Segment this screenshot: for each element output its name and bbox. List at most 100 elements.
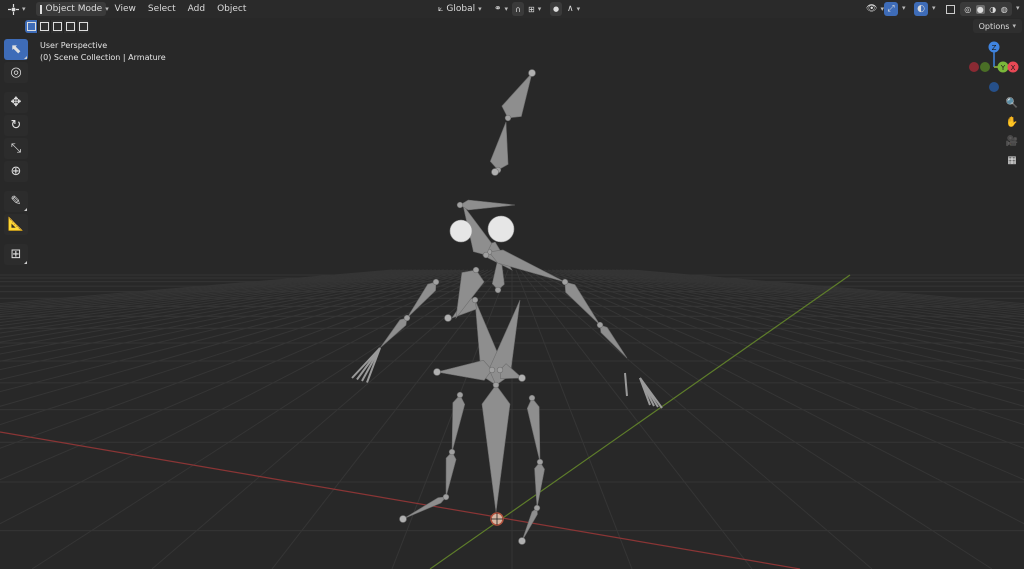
overlays-toggle[interactable]: ◐	[914, 2, 928, 16]
navigation-gizmo[interactable]: Y X Z	[966, 38, 1024, 96]
bone-neck-joint[interactable]	[494, 286, 502, 294]
snap-target-dropdown[interactable]: ⊞ ▾	[524, 2, 545, 16]
rotate-tool-icon: ↻	[10, 118, 22, 133]
magnet-icon: ∩	[515, 4, 521, 14]
eye-right[interactable]	[487, 215, 515, 243]
pan-button[interactable]: ✋	[1004, 114, 1020, 130]
bone-forearm-left-joint[interactable]	[403, 314, 411, 322]
add-cube-tool[interactable]: ⊞	[4, 244, 28, 265]
3d-viewport-icon	[8, 3, 19, 15]
eye-left[interactable]	[449, 219, 473, 243]
xray-toggle[interactable]	[943, 2, 957, 16]
bone-foot-right-joint[interactable]	[533, 504, 541, 512]
bone-tail-joint[interactable]	[444, 314, 452, 322]
chevron-down-icon: ▾	[105, 5, 109, 13]
chevron-down-icon: ▾	[576, 5, 581, 13]
zoom-button[interactable]: 🔍	[1004, 95, 1020, 111]
gizmo-y-label: Y	[1000, 64, 1006, 72]
select-invert-button[interactable]	[64, 20, 77, 33]
chevron-down-icon: ▾	[22, 5, 26, 13]
menu-add[interactable]: Add	[183, 2, 210, 16]
material-shading-icon[interactable]: ◑	[989, 5, 996, 14]
measure-tool[interactable]: 📐	[4, 214, 28, 235]
bone-spine-2-joint[interactable]	[492, 381, 500, 389]
chevron-down-icon: ▾	[537, 5, 542, 13]
snap-toggle[interactable]: ∩	[512, 2, 524, 16]
bone-upper-arm-right-joint[interactable]	[561, 278, 569, 286]
select-extend-button[interactable]	[38, 20, 51, 33]
bone-tail-joint[interactable]	[518, 537, 526, 545]
gizmo-icon: ⤢	[887, 4, 895, 14]
bone-thigh-left-joint[interactable]	[456, 391, 464, 399]
select-subtract-button[interactable]	[51, 20, 64, 33]
gizmo-neg-y[interactable]	[980, 62, 990, 72]
chevron-down-icon[interactable]: ▾	[932, 4, 936, 12]
move-tool[interactable]: ✥	[4, 92, 28, 113]
mode-dropdown[interactable]: Object Mode ▾	[35, 2, 109, 16]
bone-forearm-right-joint[interactable]	[596, 321, 604, 329]
editor-type-button[interactable]: ▾	[4, 2, 30, 16]
rendered-shading-icon[interactable]: ◍	[1001, 5, 1008, 14]
wireframe-shading-icon[interactable]: ◎	[964, 5, 971, 14]
bone-tail-joint[interactable]	[433, 368, 441, 376]
transform-tool[interactable]: ⊕	[4, 161, 28, 182]
select-extend-icon	[39, 22, 49, 31]
selection-mode-buttons	[25, 20, 89, 33]
bone-head-lower-joint[interactable]	[482, 251, 490, 259]
bone-tail-joint[interactable]	[528, 69, 536, 77]
bone-tail-joint[interactable]	[518, 374, 526, 382]
perspective-toggle-button[interactable]: ▦	[1004, 152, 1020, 168]
select-intersect-button[interactable]	[77, 20, 89, 33]
select-subtract-icon	[52, 22, 62, 31]
menu-select[interactable]: Select	[143, 2, 181, 16]
falloff-dropdown[interactable]: ∧ ▾	[563, 2, 584, 16]
bone-tail-joint[interactable]	[491, 168, 499, 176]
menu-view[interactable]: View	[110, 2, 141, 16]
menu-object[interactable]: Object	[212, 2, 251, 16]
pivot-point-dropdown[interactable]: ⚭ ▾	[490, 2, 512, 16]
bone-jaw-joint[interactable]	[456, 201, 464, 209]
proportional-icon: ●	[552, 5, 560, 13]
bone-upper-arm-left-joint[interactable]	[432, 278, 440, 286]
transform-orientation-dropdown[interactable]: ⟀ Global ▾	[434, 2, 486, 16]
bone-foot-left-joint[interactable]	[442, 493, 450, 501]
xray-icon	[945, 4, 955, 14]
bone-head-top-joint[interactable]	[504, 114, 512, 122]
gizmo-neg-x[interactable]	[969, 62, 979, 72]
scale-tool-icon: ⤡	[10, 141, 22, 156]
bone-tail-joint[interactable]	[399, 515, 407, 523]
view-label: User Perspective	[40, 41, 108, 50]
3d-viewport[interactable]	[0, 0, 1024, 569]
bone-shoulder-left-joint[interactable]	[472, 266, 480, 274]
solid-shading-icon[interactable]: ●	[975, 4, 985, 14]
gizmo-neg-z[interactable]	[989, 82, 999, 92]
rotate-tool[interactable]: ↻	[4, 115, 28, 136]
annotate-tool-icon: ✎	[10, 194, 22, 209]
camera-view-button[interactable]: 🎥	[1004, 133, 1020, 149]
proportional-editing-toggle[interactable]: ●	[550, 2, 562, 16]
overlays-icon: ◐	[917, 4, 925, 14]
gizmo-x-label: X	[1011, 64, 1016, 72]
collection-label: (0) Scene Collection | Armature	[40, 53, 166, 62]
cursor-tool[interactable]: ◎	[4, 62, 28, 83]
select-box-tool-icon: ⬉	[10, 42, 22, 57]
bone-hip-left-joint[interactable]	[488, 366, 496, 374]
select-intersect-icon	[78, 22, 88, 31]
options-dropdown[interactable]: Options ▾	[972, 19, 1022, 33]
chevron-down-icon[interactable]: ▾	[902, 4, 906, 12]
bone-shin-left-joint[interactable]	[448, 448, 456, 456]
bone-thigh-right-joint[interactable]	[528, 394, 536, 402]
select-box-tool[interactable]: ⬉	[4, 39, 28, 60]
chevron-down-icon: ▾	[504, 5, 509, 13]
chevron-down-icon: ▾	[478, 5, 482, 13]
scale-tool[interactable]: ⤡	[4, 138, 28, 159]
chevron-down-icon[interactable]: ▾	[1016, 4, 1020, 12]
bone-hip-right-joint[interactable]	[496, 366, 504, 374]
eye-icon: 👁	[866, 4, 878, 14]
viewport-header: ▾ Object Mode ▾ View Select Add Object ⟀…	[0, 0, 1024, 18]
bone-shin-right-joint[interactable]	[536, 458, 544, 466]
gizmo-toggle[interactable]: ⤢	[884, 2, 898, 16]
select-set-new-button[interactable]	[25, 20, 38, 33]
annotate-tool[interactable]: ✎	[4, 191, 28, 212]
bone-chest-left-joint[interactable]	[471, 296, 479, 304]
